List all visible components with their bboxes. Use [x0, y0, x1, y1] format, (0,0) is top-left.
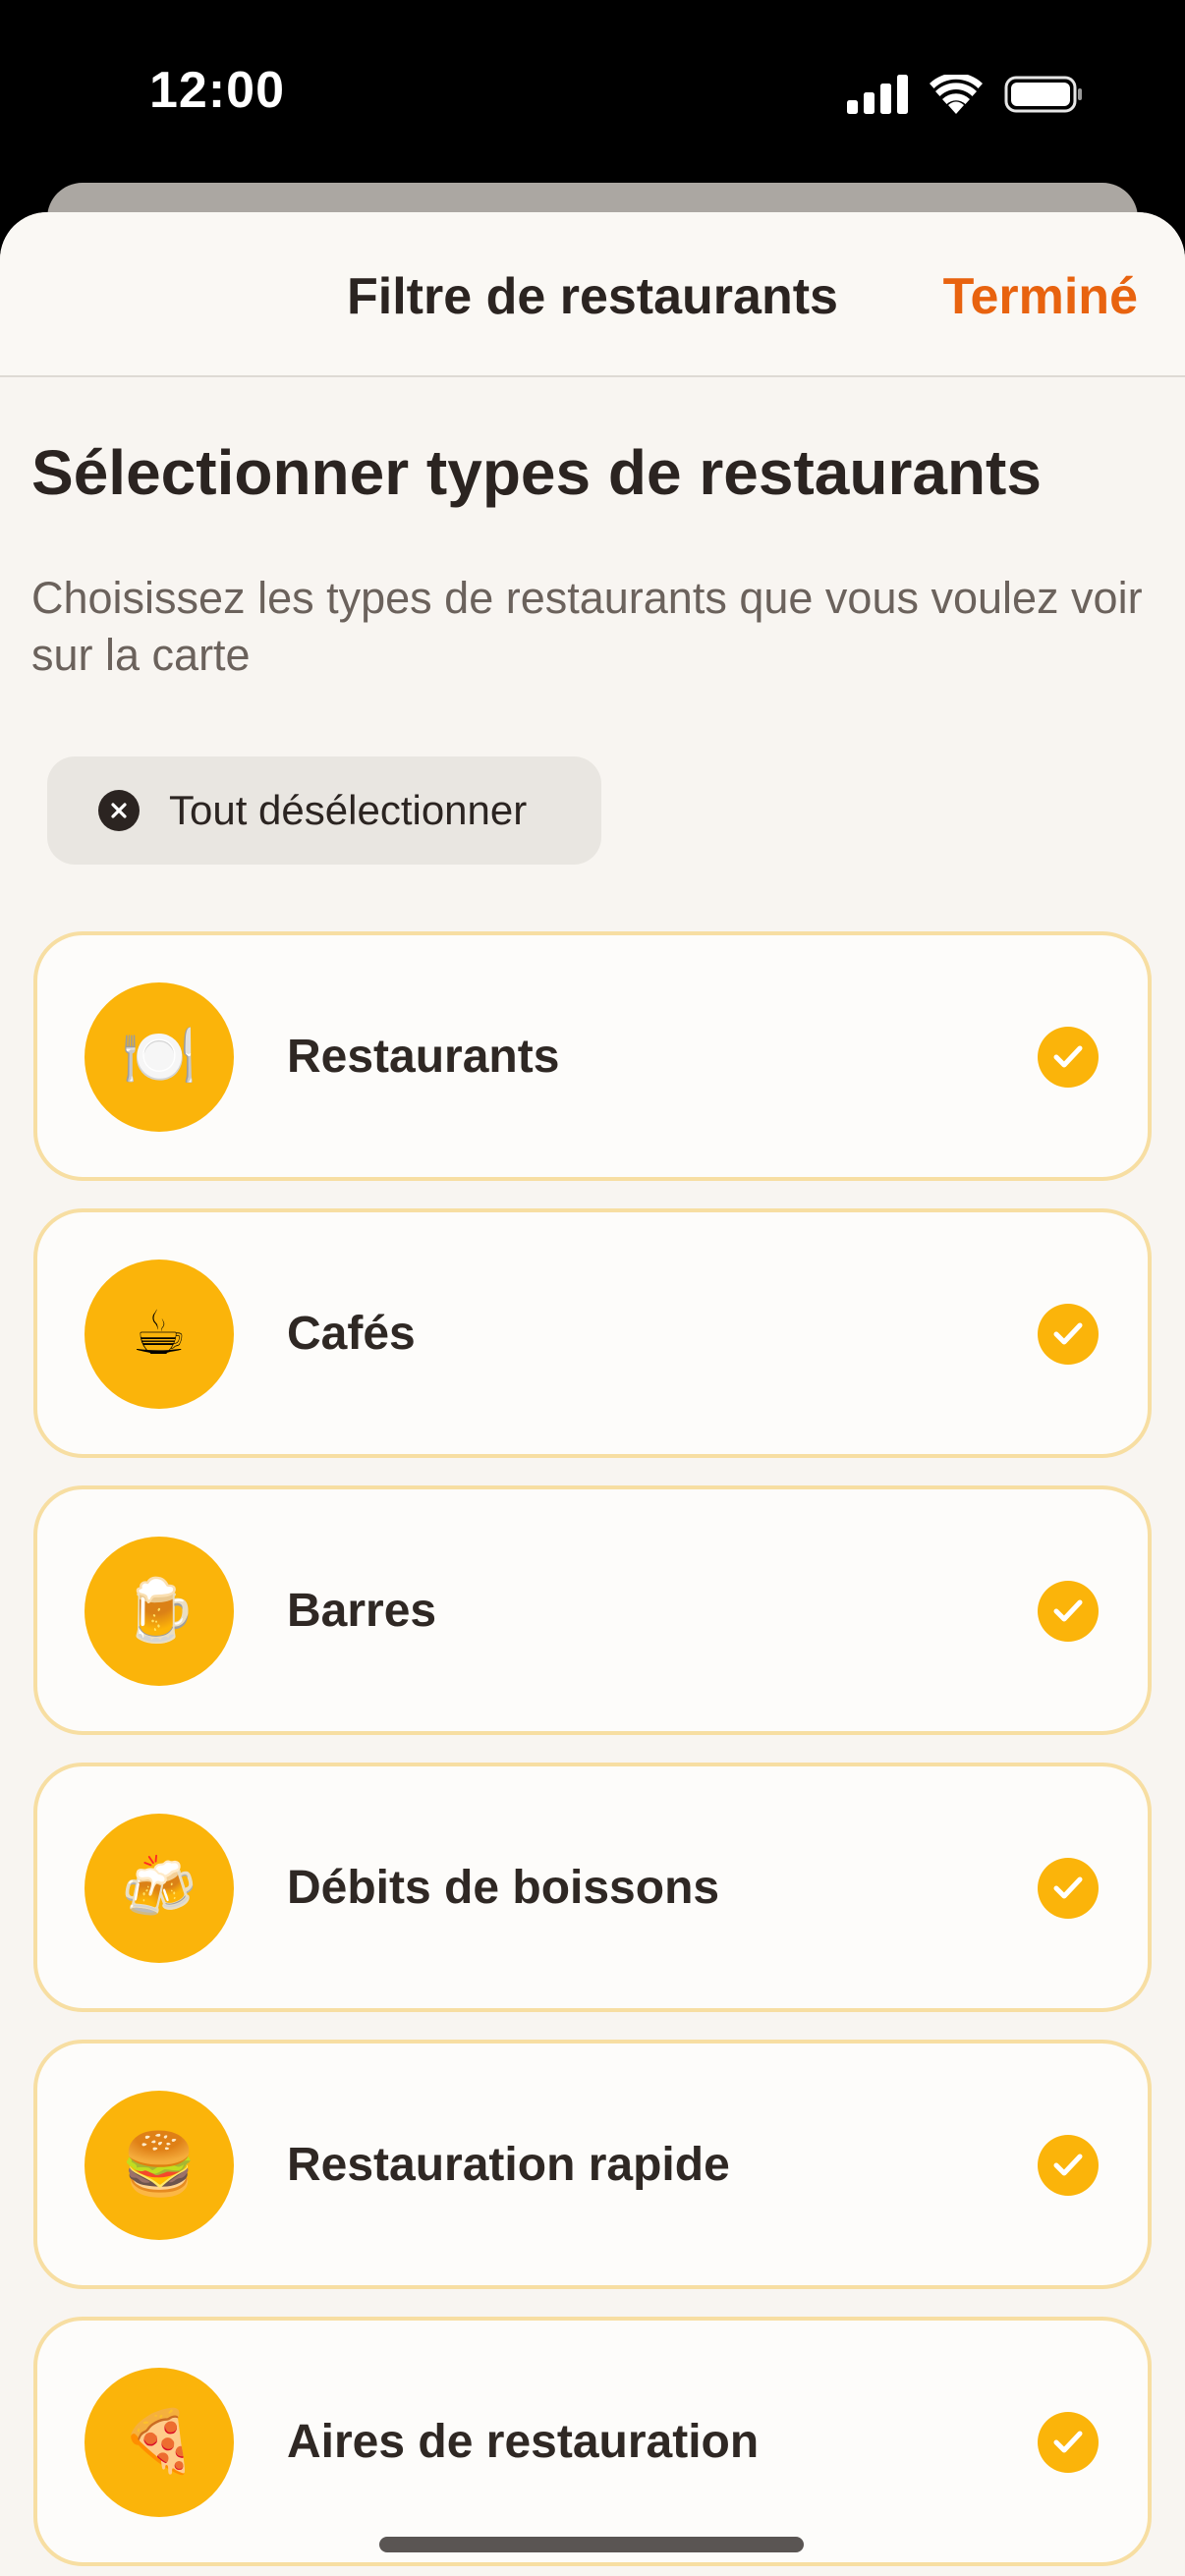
- type-item-food-courts[interactable]: 🍕 Aires de restauration: [33, 2317, 1152, 2566]
- status-bar: 12:00: [0, 0, 1185, 187]
- type-item-cafes[interactable]: ☕ Cafés: [33, 1208, 1152, 1458]
- section-subtitle: Choisissez les types de restaurants que …: [31, 573, 1143, 680]
- checkmark-icon[interactable]: [1038, 2412, 1099, 2473]
- wifi-icon: [930, 72, 983, 119]
- coffee-icon: ☕: [85, 1260, 234, 1409]
- type-item-label: Cafés: [287, 1307, 416, 1360]
- burger-icon: 🍔: [85, 2091, 234, 2240]
- beer-mug-icon: 🍺: [85, 1537, 234, 1686]
- status-icons: [847, 72, 1083, 120]
- filter-sheet: Filtre de restaurants Terminé Sélectionn…: [0, 212, 1185, 2576]
- section-heading: Sélectionner types de restaurants: [31, 437, 1042, 508]
- type-item-label: Restauration rapide: [287, 2138, 730, 2191]
- deselect-all-button[interactable]: Tout désélectionner: [47, 756, 601, 865]
- checkmark-icon[interactable]: [1038, 1027, 1099, 1088]
- type-item-label: Aires de restauration: [287, 2415, 760, 2468]
- clinking-beers-icon: 🍻: [85, 1814, 234, 1963]
- checkmark-icon[interactable]: [1038, 2135, 1099, 2196]
- type-item-label: Débits de boissons: [287, 1861, 720, 1914]
- close-circle-icon: [98, 790, 140, 831]
- type-item-fast-food[interactable]: 🍔 Restauration rapide: [33, 2040, 1152, 2289]
- checkmark-icon[interactable]: [1038, 1304, 1099, 1365]
- deselect-all-label: Tout désélectionner: [169, 787, 528, 833]
- pizza-icon: 🍕: [85, 2368, 234, 2517]
- checkmark-icon[interactable]: [1038, 1581, 1099, 1642]
- type-item-restaurants[interactable]: 🍽️ Restaurants: [33, 931, 1152, 1181]
- done-button[interactable]: Terminé: [943, 267, 1138, 326]
- type-item-label: Restaurants: [287, 1030, 560, 1083]
- battery-icon: [1004, 75, 1083, 119]
- navigation-bar: Filtre de restaurants Terminé: [0, 212, 1185, 377]
- home-indicator[interactable]: [379, 2537, 804, 2552]
- restaurant-type-list: 🍽️ Restaurants ☕ Cafés 🍺 Barres 🍻 Débits…: [33, 931, 1152, 2576]
- type-item-pubs[interactable]: 🍻 Débits de boissons: [33, 1763, 1152, 2012]
- status-time: 12:00: [149, 62, 285, 119]
- plate-cutlery-icon: 🍽️: [85, 982, 234, 1132]
- type-item-bars[interactable]: 🍺 Barres: [33, 1485, 1152, 1735]
- cellular-signal-icon: [847, 74, 908, 119]
- type-item-label: Barres: [287, 1584, 437, 1637]
- checkmark-icon[interactable]: [1038, 1858, 1099, 1919]
